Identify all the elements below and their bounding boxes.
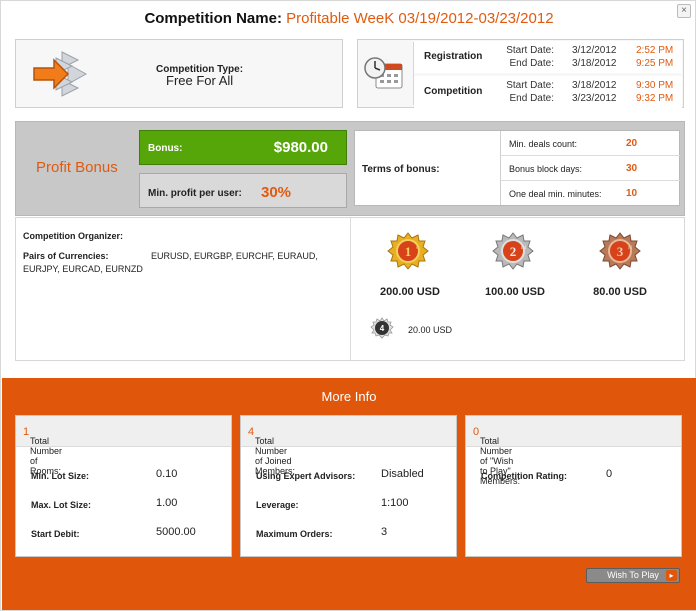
currency-pairs-value-continued: EURJPY, EURCAD, EURNZD [23,264,143,274]
term-row: One deal min. minutes: 10 [501,181,680,206]
max-lot-size-label: Max. Lot Size: [31,500,92,510]
term-row: Bonus block days: 30 [501,156,680,181]
competition-details-window: Competition Name: Profitable WeeK 03/19/… [0,0,696,611]
members-card: Total Number of Joined Members: 4 Using … [240,415,457,557]
play-arrow-icon: ▸ [666,570,677,581]
calendar-clock-icon [364,57,403,89]
min-profit-box: Min. profit per user: 30% [139,173,347,208]
silver-medal-icon: 2 nd [492,232,534,270]
competition-rating-value: 0 [606,468,613,480]
fourth-prize-amount: 20.00 USD [408,325,453,335]
bonus-value: $980.00 [273,139,328,156]
competition-name-value: Profitable WeeK 03/19/2012-03/23/2012 [286,10,554,27]
joined-members-value: 4 [248,426,255,438]
registration-start-date: 3/12/2012 [572,45,617,56]
rooms-card: Total Number of Rooms: 1 Min. Lot Size: … [15,415,232,557]
term-row: Min. deals count: 20 [501,131,680,156]
joined-members-label: Total Number of Joined Members: [255,436,296,476]
more-info-title: More Info [321,389,377,404]
min-profit-label: Min. profit per user: [148,188,242,199]
expert-advisors-value: Disabled [381,468,424,480]
wish-to-play-button[interactable]: Wish To Play ▸ [586,568,680,583]
start-debit-label: Start Debit: [31,529,80,539]
medal-place-number: 4 [380,324,385,333]
medal-place-number: 1 [405,244,412,259]
wish-to-play-button-label: Wish To Play [607,570,659,580]
registration-start-label: Start Date: [506,45,554,56]
competition-name-label: Competition Name: [144,10,282,27]
profit-bonus-panel: Profit Bonus Bonus: $980.00 Min. profit … [15,121,685,216]
profit-bonus-label: Profit Bonus [36,159,118,176]
medal-place-number: 3 [617,244,624,259]
leverage-value: 1:100 [381,497,409,509]
terms-of-bonus-box: Terms of bonus: Min. deals count: 20 Bon… [354,130,680,206]
fourth-place-icon: 4 [370,317,394,339]
arrow-icon [33,51,88,97]
first-prize-amount: 200.00 USD [380,286,440,298]
competition-start-time: 9:30 PM [636,80,674,91]
page-title: Competition Name: Profitable WeeK 03/19/… [1,10,696,27]
members-card-header: Total Number of Joined Members: 4 [241,416,456,476]
registration-dates-row: Registration Start Date: 3/12/2012 2:52 … [414,41,682,73]
competition-end-time: 9:32 PM [636,93,674,104]
organizer-label: Competition Organizer: [23,231,124,241]
registration-end-date: 3/18/2012 [572,58,617,69]
min-profit-value: 30% [261,184,292,201]
close-icon[interactable]: × [677,4,691,18]
max-lot-size-value: 1.00 [156,497,178,509]
info-divider [350,218,351,360]
expert-advisors-label: Using Expert Advisors: [256,471,356,481]
term-label: One deal min. minutes: [509,189,602,199]
competition-rating-label: Competition Rating: [481,471,567,481]
competition-dates-panel: Registration Start Date: 3/12/2012 2:52 … [357,39,684,108]
term-label: Min. deals count: [509,139,578,149]
registration-start-time: 2:52 PM [636,45,674,56]
registration-label: Registration [424,51,483,62]
third-prize-amount: 80.00 USD [593,286,647,298]
bonus-amount-box: Bonus: $980.00 [139,130,347,165]
competition-label: Competition [424,86,483,97]
maximum-orders-value: 3 [381,526,388,538]
competition-type-value: Free For All [166,73,234,88]
competition-end-date: 3/23/2012 [572,93,617,104]
gold-medal-icon: 1 st [387,232,429,270]
rooms-card-header: Total Number of Rooms: 1 [16,416,231,476]
competition-end-label: End Date: [509,93,554,104]
wish-to-play-card: Total Number of "Wish to Play" Members: … [465,415,682,557]
currency-pairs-value: EURUSD, EURGBP, EURCHF, EURAUD, [151,251,318,261]
medal-place-number: 2 [510,244,517,259]
term-value: 20 [626,138,638,149]
min-lot-size-label: Min. Lot Size: [31,471,89,481]
maximum-orders-label: Maximum Orders: [256,529,333,539]
term-label: Bonus block days: [509,164,583,174]
bonus-label: Bonus: [148,143,183,154]
medal-place-suffix: nd [521,246,527,251]
rooms-count-value: 1 [23,426,30,438]
registration-end-label: End Date: [509,58,554,69]
wish-to-play-card-header: Total Number of "Wish to Play" Members: … [466,416,681,486]
bronze-medal-icon: 3 rd [599,232,641,270]
start-debit-value: 5000.00 [156,526,196,538]
terms-of-bonus-label: Terms of bonus: [362,164,440,175]
leverage-label: Leverage: [256,500,299,510]
medal-place-suffix: rd [628,246,633,251]
competition-info-panel: Competition Organizer: Pairs of Currenci… [15,217,685,361]
competition-start-date: 3/18/2012 [572,80,617,91]
second-prize-amount: 100.00 USD [485,286,545,298]
competition-start-label: Start Date: [506,80,554,91]
competition-type-panel: Competition Type: Free For All [15,39,343,108]
registration-end-time: 9:25 PM [636,58,674,69]
currency-pairs-label: Pairs of Currencies: [23,251,109,261]
term-value: 30 [626,163,638,174]
term-value: 10 [626,188,638,199]
wish-to-play-count-value: 0 [473,426,480,438]
rooms-count-label: Total Number of Rooms: [30,436,63,476]
min-lot-size-value: 0.10 [156,468,178,480]
competition-dates-row: Competition Start Date: 3/18/2012 9:30 P… [414,76,682,108]
more-info-section: More Info Total Number of Rooms: 1 Min. … [2,378,696,610]
